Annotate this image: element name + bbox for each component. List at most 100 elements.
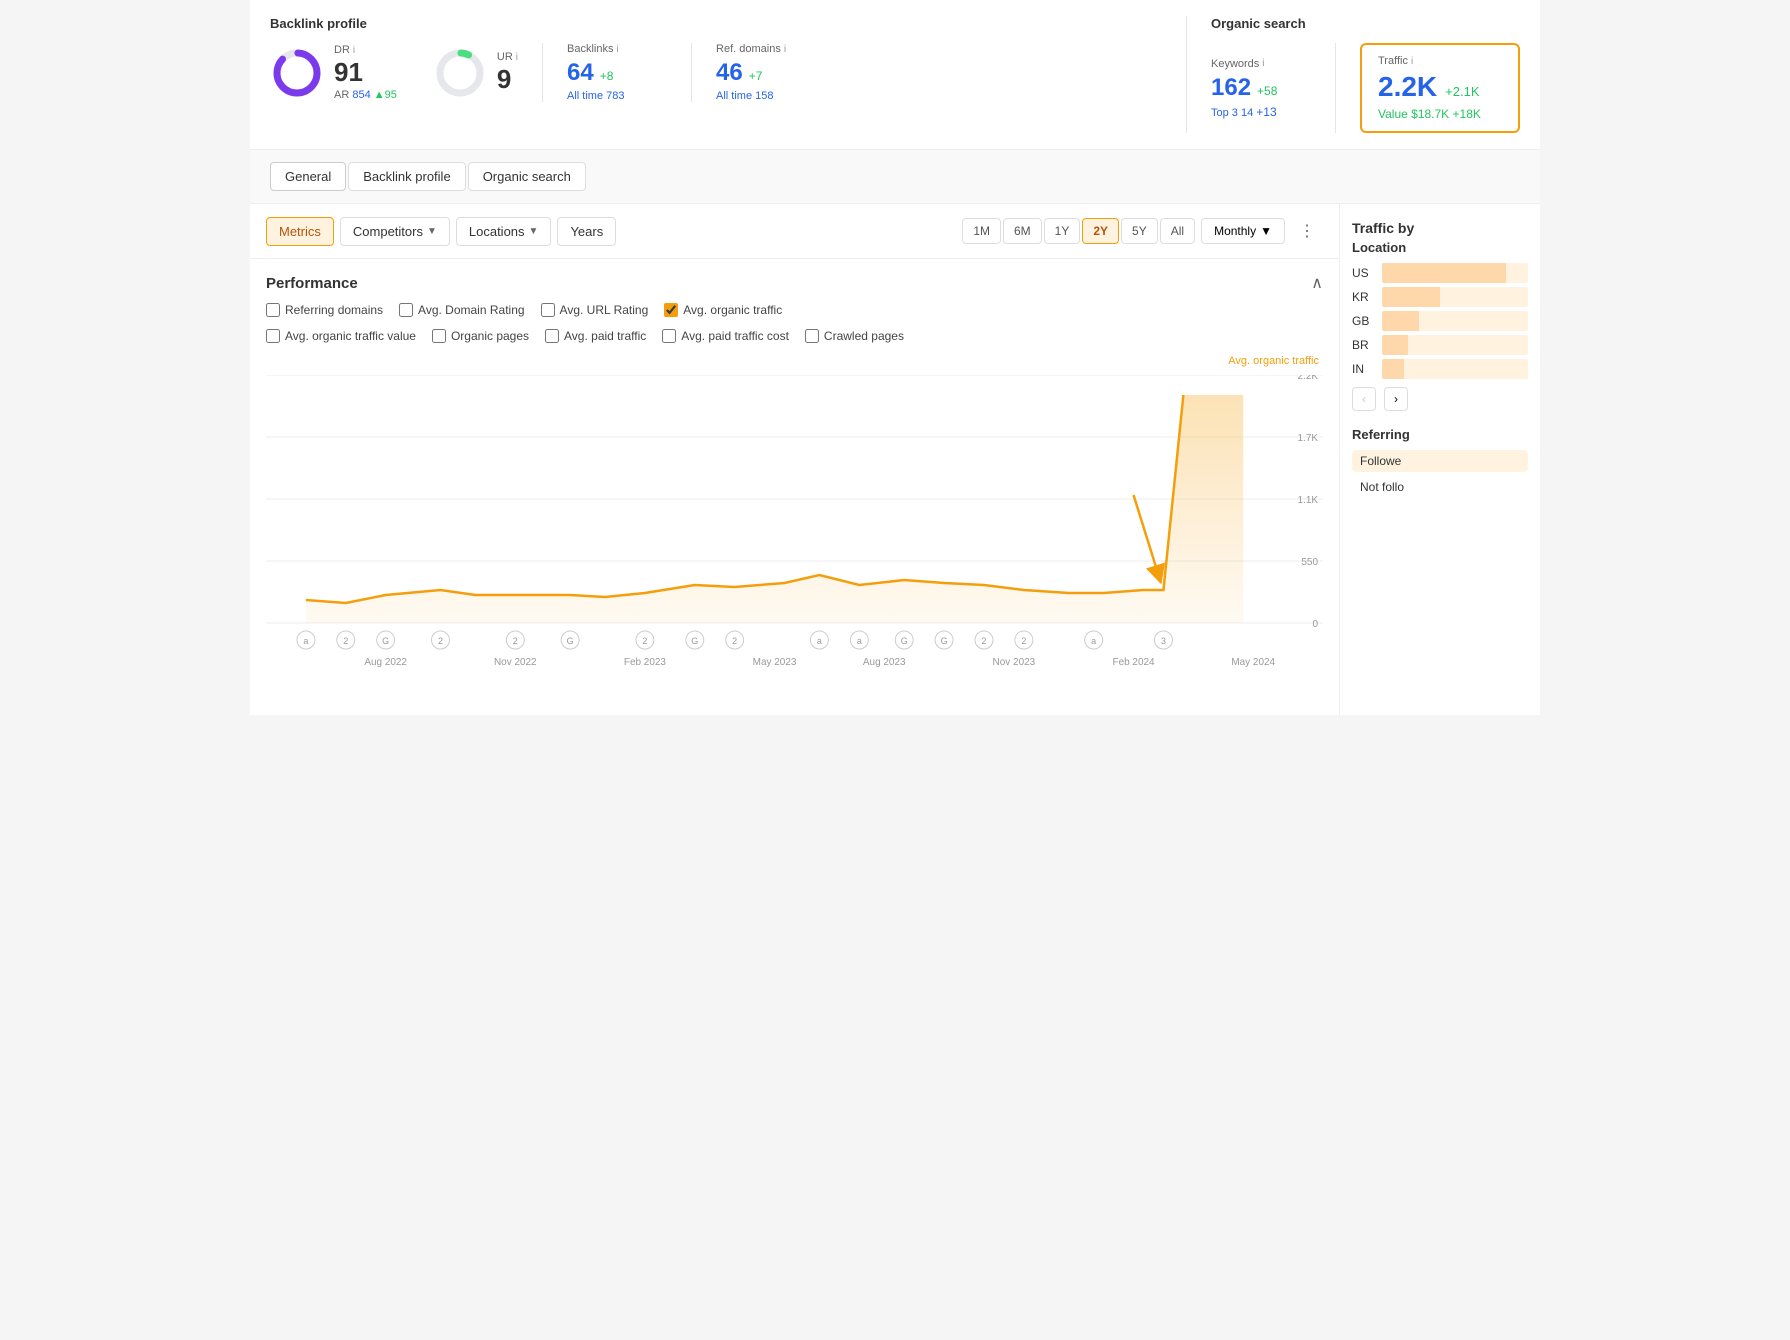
dr-value: 91	[334, 58, 397, 87]
right-panel: Traffic by Location US KR GB	[1340, 204, 1540, 715]
checkbox-organic-pages[interactable]: Organic pages	[432, 329, 529, 343]
checkbox-avg-domain-rating[interactable]: Avg. Domain Rating	[399, 303, 525, 317]
ref-domains-main: 46 +7	[716, 59, 816, 87]
location-bars: US KR GB BR	[1352, 263, 1528, 379]
locations-chevron: ▼	[529, 226, 539, 237]
traffic-value-row: Value $18.7K +18K	[1378, 107, 1502, 121]
svg-text:2.2K: 2.2K	[1298, 375, 1319, 382]
svg-text:2: 2	[438, 636, 443, 646]
svg-text:3: 3	[1161, 636, 1166, 646]
competitors-button[interactable]: Competitors ▼	[340, 217, 450, 246]
time-1m[interactable]: 1M	[962, 218, 1001, 244]
tab-general[interactable]: General	[270, 162, 346, 191]
checkbox-avg-domain-rating-input[interactable]	[399, 303, 413, 317]
svg-text:May 2023: May 2023	[753, 657, 797, 668]
location-br: BR	[1352, 335, 1528, 355]
traffic-info-icon[interactable]: i	[1411, 56, 1413, 67]
years-button[interactable]: Years	[557, 217, 616, 246]
keywords-info-icon[interactable]: i	[1262, 58, 1264, 69]
checkbox-avg-paid-traffic[interactable]: Avg. paid traffic	[545, 329, 646, 343]
svg-text:G: G	[567, 636, 574, 646]
divider-main	[1186, 16, 1187, 133]
checkbox-avg-organic-traffic-input[interactable]	[664, 303, 678, 317]
loc-bar-gb-fill	[1382, 311, 1419, 331]
time-all[interactable]: All	[1160, 218, 1195, 244]
time-1y[interactable]: 1Y	[1044, 218, 1081, 244]
performance-header: Performance ∧	[250, 259, 1339, 303]
checkbox-avg-paid-traffic-input[interactable]	[545, 329, 559, 343]
traffic-box: Traffic i 2.2K +2.1K Value $18.7K +18K	[1360, 43, 1520, 133]
svg-text:a: a	[857, 636, 862, 646]
svg-text:a: a	[303, 636, 308, 646]
locations-button[interactable]: Locations ▼	[456, 217, 552, 246]
svg-text:Aug 2023: Aug 2023	[863, 657, 906, 668]
ref-domains-info-icon[interactable]: i	[784, 44, 786, 55]
time-6m[interactable]: 6M	[1003, 218, 1042, 244]
keywords-value: 162	[1211, 74, 1251, 102]
checkbox-referring-domains[interactable]: Referring domains	[266, 303, 383, 317]
monthly-button[interactable]: Monthly ▼	[1201, 218, 1285, 244]
time-buttons: 1M 6M 1Y 2Y 5Y All	[962, 218, 1195, 244]
metrics-button[interactable]: Metrics	[266, 217, 334, 246]
loc-bar-us-bg	[1382, 263, 1528, 283]
organic-section: Organic search Keywords i 162 +58 Top 3 …	[1211, 16, 1520, 133]
location-us: US	[1352, 263, 1528, 283]
loc-bar-us-fill	[1382, 263, 1506, 283]
checkbox-avg-paid-traffic-cost[interactable]: Avg. paid traffic cost	[662, 329, 789, 343]
loc-bar-kr-fill	[1382, 287, 1440, 307]
ref-domains-stat: Ref. domains i 46 +7 All time 158	[716, 43, 816, 102]
traffic-delta: +2.1K	[1445, 84, 1479, 99]
ref-item-nofollowed: Not follo	[1352, 476, 1528, 498]
checkbox-avg-url-rating-input[interactable]	[541, 303, 555, 317]
checkbox-crawled-pages[interactable]: Crawled pages	[805, 329, 904, 343]
monthly-chevron: ▼	[1260, 224, 1272, 238]
checkbox-avg-url-rating[interactable]: Avg. URL Rating	[541, 303, 649, 317]
ref-nofollowed-label: Not follo	[1360, 480, 1404, 494]
checkbox-referring-domains-input[interactable]	[266, 303, 280, 317]
backlinks-stat: Backlinks i 64 +8 All time 783	[567, 43, 667, 102]
keywords-main: 162 +58	[1211, 74, 1311, 102]
divider-2	[691, 43, 692, 102]
more-button[interactable]: ⋮	[1291, 216, 1323, 246]
chart-series-label: Avg. organic traffic	[1228, 355, 1319, 367]
time-2y[interactable]: 2Y	[1082, 218, 1119, 244]
ur-info-icon[interactable]: i	[516, 52, 518, 63]
referring-title: Referring	[1352, 427, 1528, 442]
checkbox-avg-paid-traffic-cost-input[interactable]	[662, 329, 676, 343]
right-panel-title: Traffic by	[1352, 220, 1528, 236]
prev-arrow[interactable]: ‹	[1352, 387, 1376, 411]
nav-arrows: ‹ ›	[1352, 387, 1528, 411]
metrics-checkboxes: Referring domains Avg. Domain Rating Avg…	[250, 303, 1339, 329]
dr-metric: DR i 91 AR 854 ▲95	[334, 44, 397, 101]
checkbox-avg-organic-traffic-value-input[interactable]	[266, 329, 280, 343]
organic-title: Organic search	[1211, 16, 1520, 31]
backlinks-alltime: All time 783	[567, 90, 667, 102]
checkbox-organic-pages-input[interactable]	[432, 329, 446, 343]
ur-metric: UR i 9	[497, 51, 518, 94]
checkbox-avg-organic-traffic[interactable]: Avg. organic traffic	[664, 303, 782, 317]
competitors-chevron: ▼	[427, 226, 437, 237]
tab-organic-search[interactable]: Organic search	[468, 162, 586, 191]
toolbar: Metrics Competitors ▼ Locations ▼ Years …	[250, 204, 1339, 259]
next-arrow[interactable]: ›	[1384, 387, 1408, 411]
ur-value: 9	[497, 65, 518, 94]
svg-text:a: a	[1091, 636, 1096, 646]
tabs-row: General Backlink profile Organic search	[250, 150, 1540, 204]
backlinks-info-icon[interactable]: i	[616, 44, 618, 55]
tab-backlink-profile[interactable]: Backlink profile	[348, 162, 465, 191]
time-5y[interactable]: 5Y	[1121, 218, 1158, 244]
loc-label-br: BR	[1352, 338, 1376, 352]
keywords-stat: Keywords i 162 +58 Top 3 14 +13	[1211, 43, 1311, 133]
ur-label: UR i	[497, 51, 518, 63]
svg-text:550: 550	[1301, 557, 1318, 568]
checkbox-avg-organic-traffic-value[interactable]: Avg. organic traffic value	[266, 329, 416, 343]
collapse-button[interactable]: ∧	[1311, 273, 1323, 293]
loc-label-kr: KR	[1352, 290, 1376, 304]
checkbox-crawled-pages-input[interactable]	[805, 329, 819, 343]
svg-text:Nov 2023: Nov 2023	[993, 657, 1036, 668]
divider-3	[1335, 43, 1336, 133]
performance-section: Performance ∧ Referring domains Avg. Dom…	[250, 259, 1339, 715]
backlinks-value: 64	[567, 59, 594, 87]
dr-info-icon[interactable]: i	[353, 45, 355, 56]
dr-donut	[270, 46, 324, 100]
